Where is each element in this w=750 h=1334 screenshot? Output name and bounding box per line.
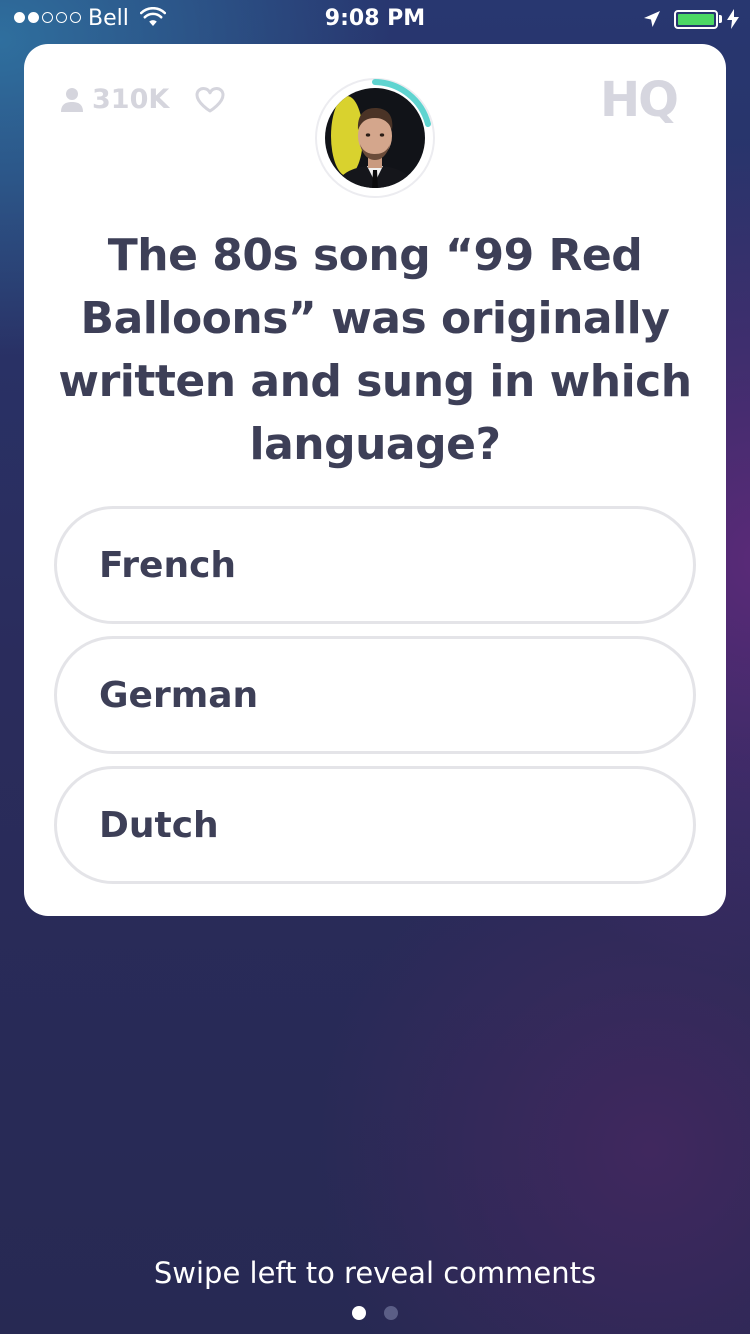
battery-icon: [674, 10, 718, 29]
person-icon: [61, 87, 83, 112]
page-indicator[interactable]: [0, 1306, 750, 1320]
host-avatar: [315, 78, 435, 198]
viewer-count-label: 310K: [92, 84, 170, 115]
battery-level: [678, 14, 714, 25]
answer-label: Dutch: [99, 804, 219, 846]
status-time: 9:08 PM: [324, 6, 426, 31]
viewer-count: 310K: [60, 84, 169, 115]
swipe-hint: Swipe left to reveal comments: [153, 1256, 597, 1290]
answer-label: German: [99, 674, 259, 716]
question-text: The 80s song “99 Red Balloons” was origi…: [58, 230, 692, 470]
charging-bolt-icon: [727, 9, 739, 29]
page-dot[interactable]: [384, 1306, 398, 1320]
hq-logo: HQ: [600, 72, 679, 128]
answer-option-german[interactable]: German: [54, 636, 696, 754]
status-bar: Bell 9:08 PM: [0, 0, 750, 40]
page-dot-active[interactable]: [352, 1306, 366, 1320]
answer-option-french[interactable]: French: [54, 506, 696, 624]
location-arrow-icon: [644, 11, 660, 27]
heart-outline-icon[interactable]: [194, 86, 226, 114]
answer-option-dutch[interactable]: Dutch: [54, 766, 696, 884]
battery-tip: [719, 15, 722, 23]
question-card: 310K HQ The 80s song “99 Red Balloons” w…: [24, 44, 726, 916]
answer-label: French: [99, 544, 237, 586]
